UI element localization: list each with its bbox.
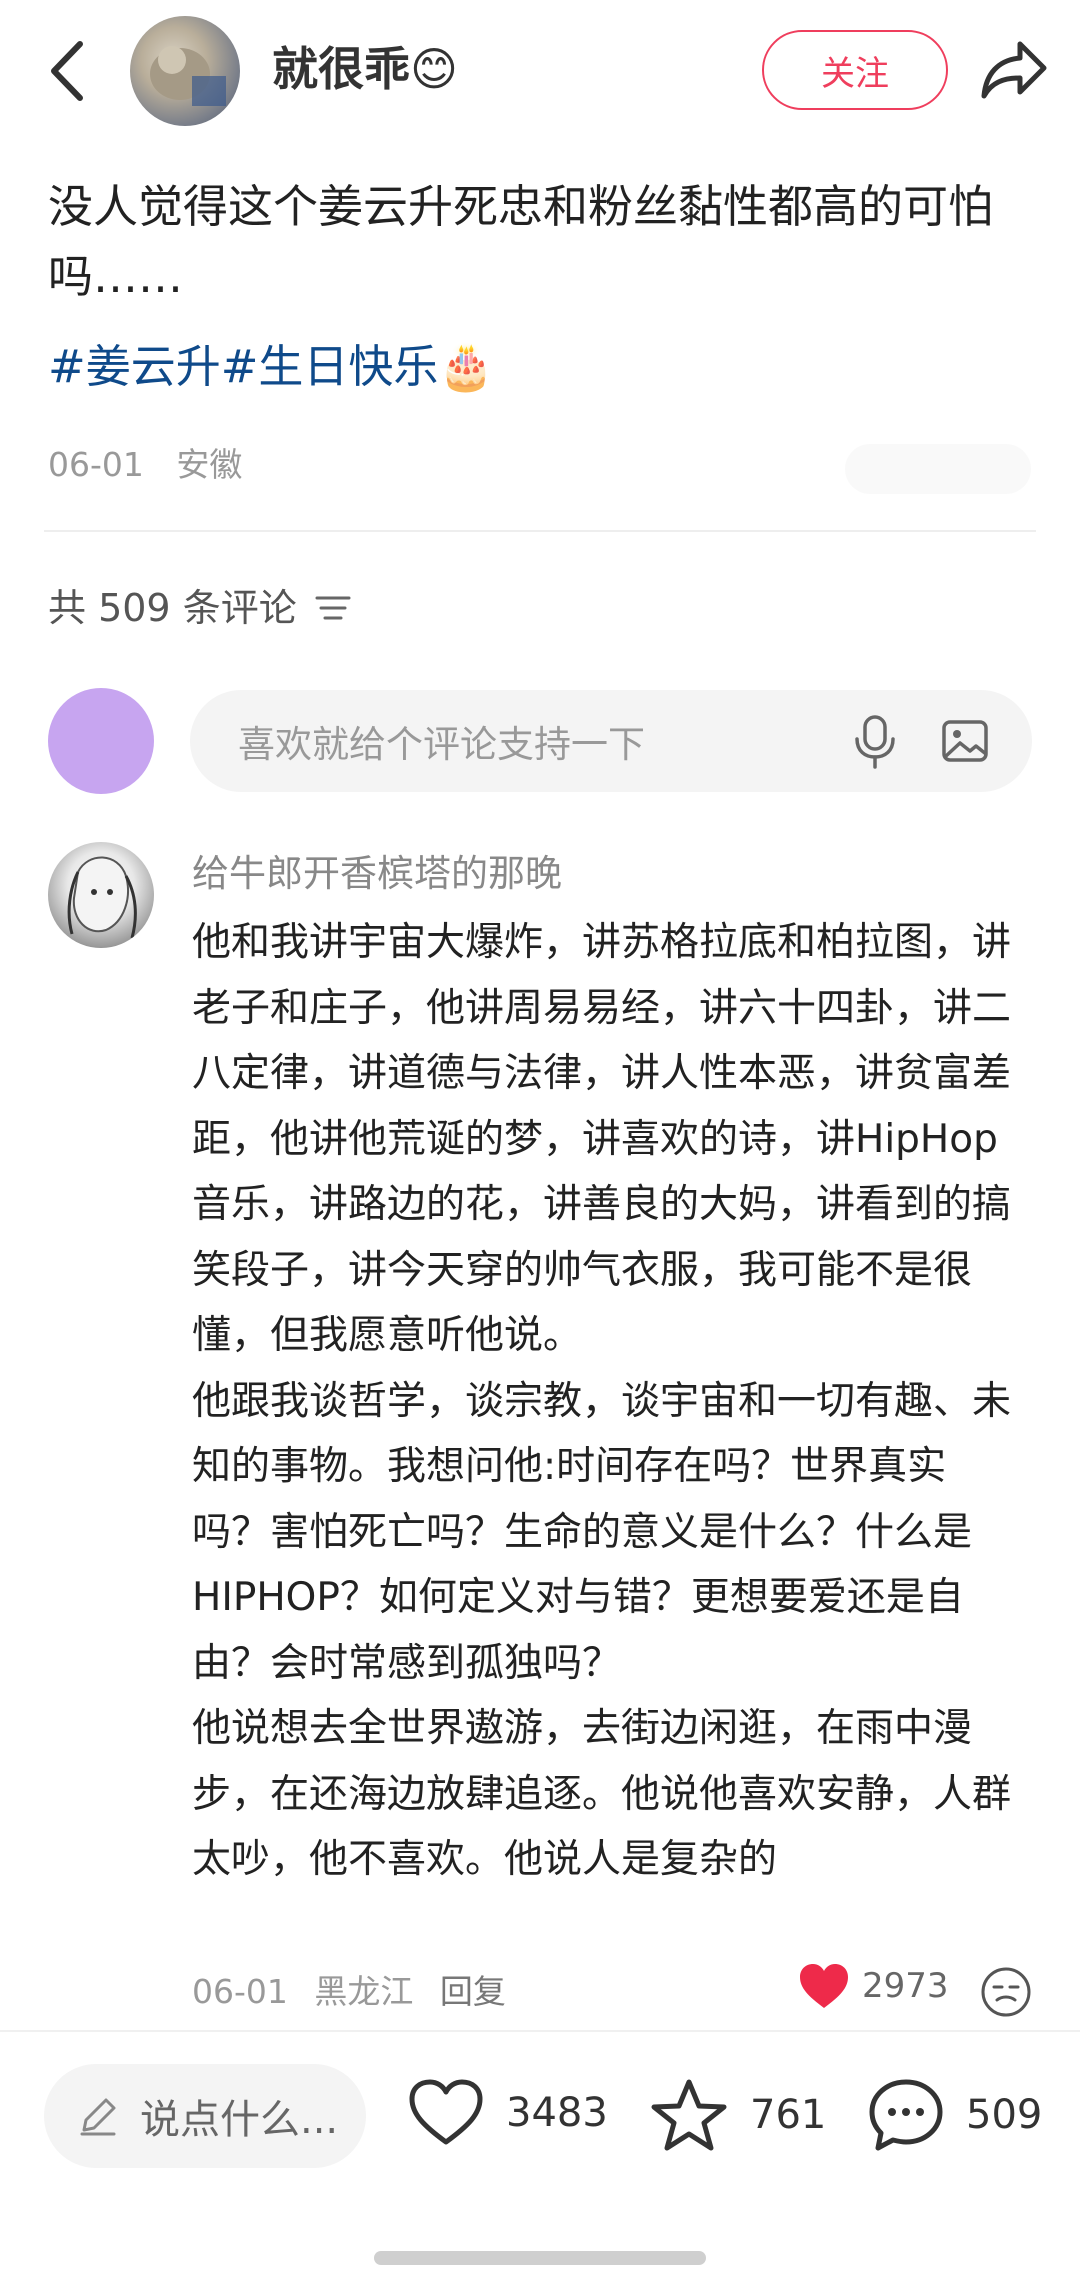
image-icon[interactable] — [940, 716, 990, 766]
like-count: 3483 — [506, 2090, 608, 2136]
comment-location: 黑龙江 — [314, 1972, 414, 2011]
post-hashtags[interactable]: #姜云升#生日快乐🎂 — [48, 332, 494, 402]
heart-icon — [409, 2079, 483, 2145]
comment-paragraph: 他说想去全世界遨游，去街边闲逛，在雨中漫步，在还海边放肆追逐。他说他喜欢安静，人… — [192, 1706, 1012, 1882]
post-date: 06-01 — [48, 445, 144, 484]
chat-bubble-icon — [869, 2079, 943, 2151]
comment-like-button[interactable]: 2973 — [798, 1962, 949, 2010]
comments-button[interactable]: 509 — [868, 2078, 1042, 2152]
reply-button[interactable]: 回复 — [440, 1972, 506, 2011]
commenter-username[interactable]: 给牛郎开香槟塔的那晚 — [192, 846, 562, 902]
back-arrow-icon[interactable] — [40, 36, 100, 106]
comment-body: 他和我讲宇宙大爆炸，讲苏格拉底和柏拉图，讲老子和庄子，他讲周易易经，讲六十四卦，… — [192, 910, 1012, 1893]
comment-input-placeholder: 喜欢就给个评论支持一下 — [238, 723, 645, 766]
commenter-avatar[interactable] — [48, 842, 154, 948]
author-avatar[interactable] — [130, 16, 240, 126]
favorite-button[interactable]: 761 — [650, 2078, 826, 2152]
current-user-avatar — [48, 688, 154, 794]
comment-count: 共 509 条评论 — [48, 586, 297, 630]
heart-filled-icon — [800, 1964, 848, 2008]
post-meta: 06-01 安徽 — [48, 440, 264, 490]
emoji-reaction-icon[interactable] — [980, 1966, 1032, 2018]
post-location: 安徽 — [176, 445, 243, 484]
comment-total: 509 — [966, 2092, 1043, 2138]
comment-like-count: 2973 — [862, 1966, 949, 2006]
follow-button[interactable]: 关注 — [762, 30, 948, 110]
sort-icon[interactable] — [313, 588, 353, 628]
comment-paragraph: 他跟我谈哲学，谈宗教，谈宇宙和一切有趣、未知的事物。我想问他:时间存在吗？世界真… — [192, 1378, 1012, 1686]
say-something-placeholder: 说点什么... — [140, 2097, 339, 2143]
divider — [44, 530, 1036, 532]
bottom-bar-divider — [0, 2030, 1080, 2032]
star-icon — [651, 2079, 727, 2151]
home-indicator[interactable] — [374, 2251, 706, 2265]
like-button[interactable]: 3483 — [408, 2078, 608, 2148]
faded-pill — [845, 444, 1031, 494]
comment-date: 06-01 — [192, 1972, 288, 2011]
microphone-icon[interactable] — [852, 713, 898, 769]
share-icon[interactable] — [980, 38, 1050, 102]
author-name[interactable]: 就很乖😊 — [272, 34, 458, 104]
comment-paragraph: 他和我讲宇宙大爆炸，讲苏格拉底和柏拉图，讲老子和庄子，他讲周易易经，讲六十四卦，… — [192, 920, 1012, 1358]
comment-meta: 06-01 黑龙江 回复 — [192, 1964, 522, 2020]
comment-count-header: 共 509 条评论 — [48, 578, 353, 638]
post-text: 没人觉得这个姜云升死忠和粉丝黏性都高的可怕吗…… — [48, 180, 994, 303]
say-something-input[interactable]: 说点什么... — [44, 2064, 366, 2168]
comment-input[interactable]: 喜欢就给个评论支持一下 — [190, 690, 1032, 792]
favorite-count: 761 — [750, 2092, 827, 2138]
pencil-icon — [80, 2098, 116, 2136]
